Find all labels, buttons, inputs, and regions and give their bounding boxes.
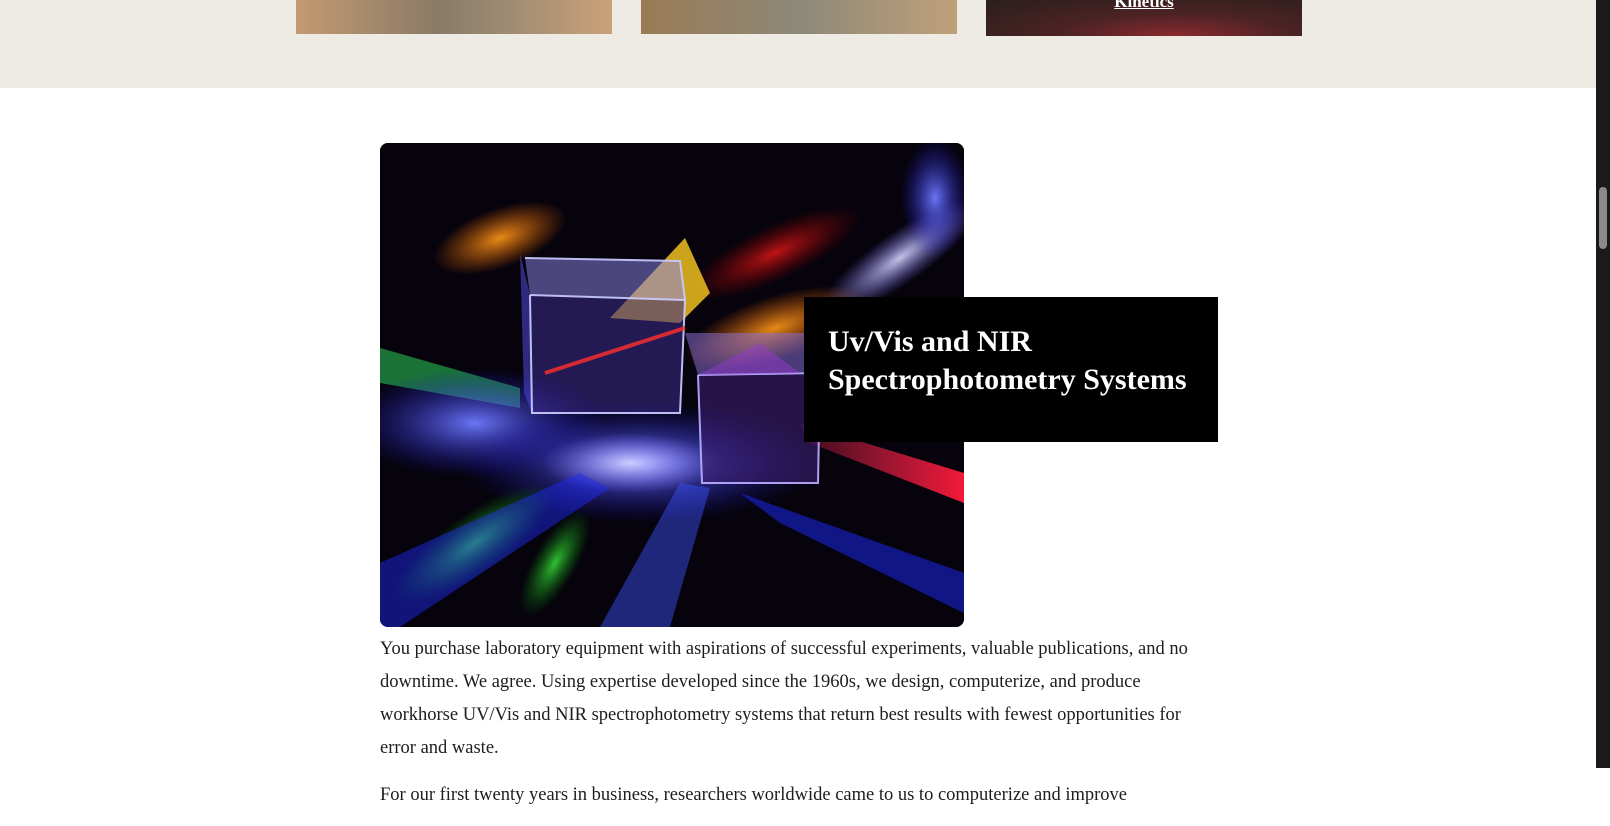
body-paragraph-1: You purchase laboratory equipment with a…	[380, 639, 1188, 758]
related-cards-band: Kinetics	[0, 0, 1596, 88]
section-title-line-1: Uv/Vis and NIR	[828, 325, 1032, 358]
section-title-box: Uv/Vis and NIR Spectrophotometry Systems	[804, 297, 1218, 442]
section-body: You purchase laboratory equipment with a…	[380, 633, 1220, 826]
related-card-2[interactable]	[641, 0, 957, 34]
page-scrollbar[interactable]	[1596, 0, 1610, 768]
related-card-3[interactable]: Kinetics	[986, 0, 1302, 36]
related-card-1[interactable]	[296, 0, 612, 34]
section-title: Uv/Vis and NIR Spectrophotometry Systems	[828, 323, 1194, 399]
section-title-line-2: Spectrophotometry Systems	[828, 363, 1187, 396]
body-paragraph-2: For our first twenty years in business, …	[380, 785, 1127, 805]
scrollbar-thumb[interactable]	[1599, 187, 1607, 249]
kinetics-link[interactable]: Kinetics	[986, 0, 1302, 12]
